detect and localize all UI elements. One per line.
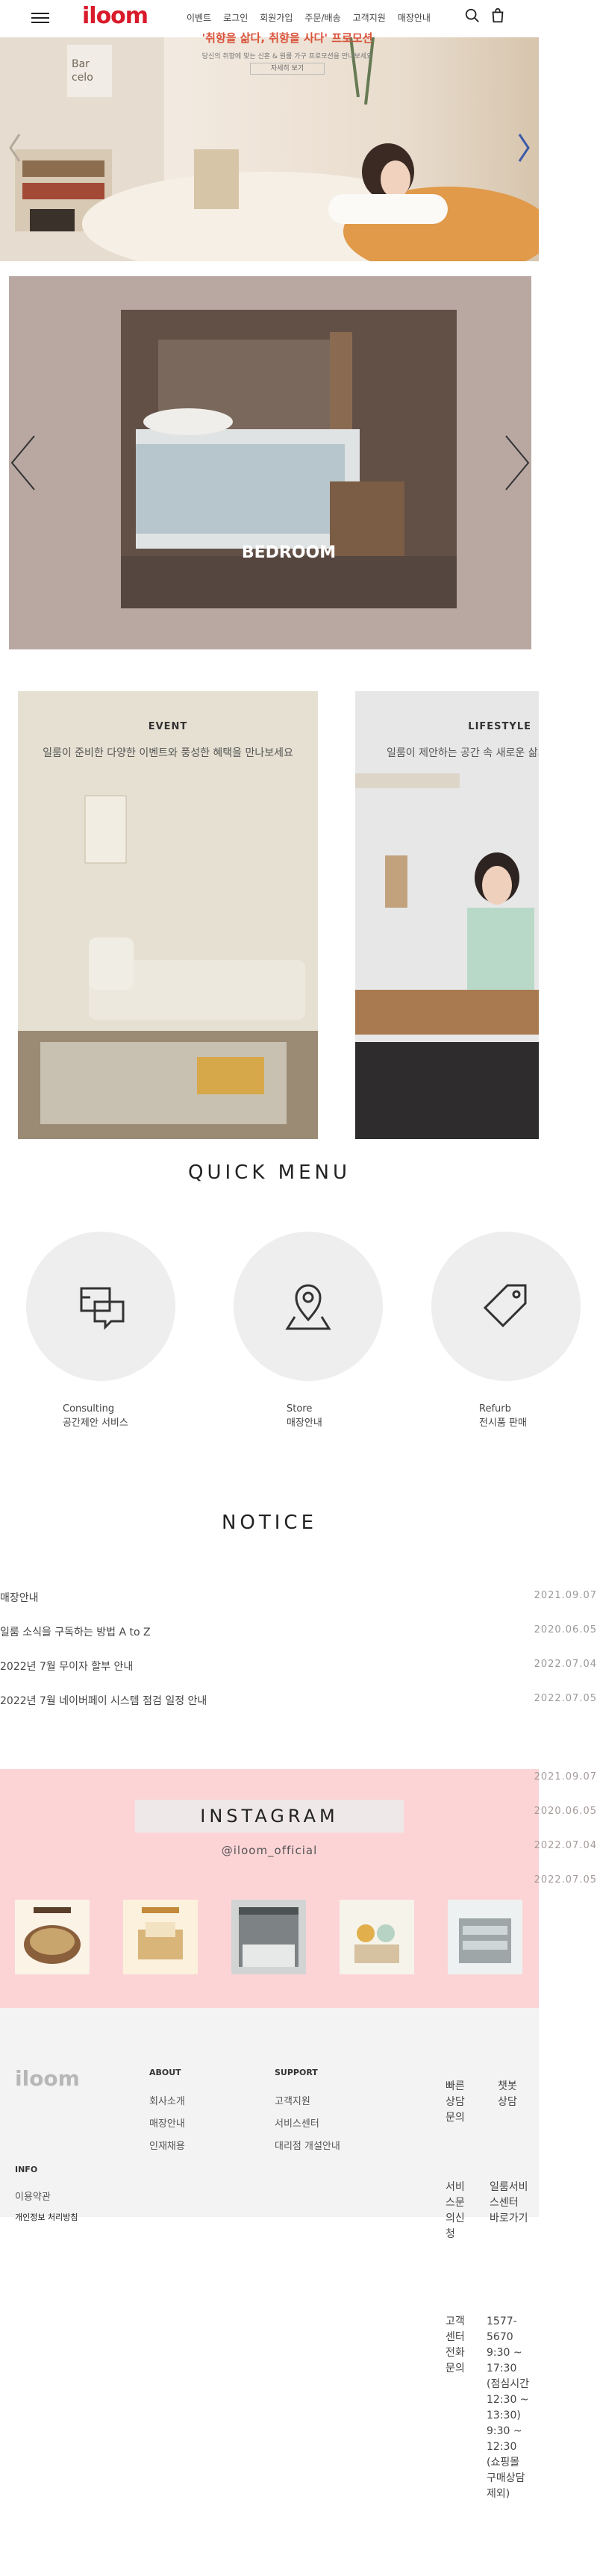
hero-promo-button[interactable]: 자세히 보기	[250, 63, 325, 75]
service-center-link[interactable]: 일룸서비스센터 바로가기	[490, 2180, 530, 2227]
notice-row[interactable]: 매장안내 2021.09.07	[0, 1590, 597, 1605]
chat-bubbles-icon	[80, 1287, 125, 1330]
notice-date: 2020.06.05	[534, 1624, 597, 1635]
footer-link-careers[interactable]: 인재채용	[149, 2138, 185, 2152]
menu-icon[interactable]	[31, 10, 49, 26]
hero-promo-title: '취향을 삶다, 취향을 사다' 프로모션	[201, 31, 373, 45]
nav-login[interactable]: 로그인	[223, 11, 248, 24]
notice-date: 2021.09.07	[534, 1590, 597, 1601]
nav-signup[interactable]: 회원가입	[260, 11, 293, 24]
call-center-phone: 1577-5670 9:30 ~ 17:30 (점심시간 12:30 ~ 13:…	[487, 2315, 529, 2500]
footer-link-service[interactable]: 서비스센터	[275, 2115, 319, 2130]
svg-text:Bar: Bar	[72, 58, 90, 70]
notice-text[interactable]: 2022년 7월 네이버페이 시스템 점검 일정 안내	[0, 1693, 207, 1708]
footer-support-title: SUPPORT	[275, 2068, 318, 2077]
footer-link-privacy[interactable]: 개인정보 처리방침	[15, 2211, 78, 2223]
store-button[interactable]	[234, 1232, 383, 1381]
service-request-link[interactable]: 서비스문의신청	[446, 2180, 469, 2242]
logo[interactable]: iloom	[82, 3, 149, 29]
footer-info-title: INFO	[15, 2165, 38, 2174]
top-nav: 이벤트 로그인 회원가입 주문/배송 고객지원 매장안내	[187, 11, 431, 24]
event-card-subtitle: 일룸이 준비한 다양한 이벤트와 풍성한 혜택을 만나보세요	[43, 747, 293, 759]
store-label[interactable]: Store 매장안내	[287, 1402, 322, 1430]
instagram-thumbnail[interactable]	[231, 1900, 306, 1974]
instagram-thumbnail[interactable]	[340, 1900, 414, 1974]
notice-date-overflow: 2021.09.07	[534, 1771, 597, 1783]
instagram-thumbnail[interactable]	[15, 1900, 90, 1974]
notice-date: 2022.07.04	[534, 1659, 597, 1670]
consulting-label-ko: 공간제안 서비스	[63, 1418, 128, 1429]
refurb-button[interactable]	[431, 1232, 581, 1381]
lifestyle-card-title: LIFESTYLE	[468, 721, 531, 732]
refurb-label-ko: 전시품 판매	[479, 1418, 527, 1429]
notice-text[interactable]: 일룸 소식을 구독하는 방법 A to Z	[0, 1624, 151, 1639]
notice-text[interactable]: 매장안내	[0, 1590, 39, 1605]
instagram-title: INSTAGRAM	[135, 1800, 404, 1833]
hero-promo-subtitle: 당신의 취향에 맞는 신혼 & 원룸 가구 프로모션을 만나보세요	[201, 53, 373, 60]
nav-support[interactable]: 고객지원	[353, 11, 386, 24]
quick-consult-link[interactable]: 빠른상담문의	[446, 2079, 469, 2126]
notice-date-overflow: 2020.06.05	[534, 1806, 597, 1817]
instagram-thumbnail[interactable]	[123, 1900, 198, 1974]
price-tag-icon	[483, 1284, 527, 1328]
refurb-label-en: Refurb	[479, 1403, 511, 1415]
map-pin-icon	[285, 1284, 331, 1330]
footer-about-title: ABOUT	[149, 2068, 181, 2077]
notice-row[interactable]: 2022년 7월 네이버페이 시스템 점검 일정 안내 2022.07.05	[0, 1693, 597, 1708]
footer-link-company[interactable]: 회사소개	[149, 2093, 185, 2107]
event-card[interactable]: EVENT 일룸이 준비한 다양한 이벤트와 풍성한 혜택을 만나보세요	[18, 691, 318, 1139]
bedroom-image[interactable]	[121, 310, 457, 608]
footer-link-store[interactable]: 매장안내	[149, 2115, 185, 2130]
footer-logo[interactable]: iloom	[15, 2066, 80, 2091]
cart-icon[interactable]	[490, 7, 506, 24]
event-card-title: EVENT	[148, 721, 188, 732]
consulting-label-en: Consulting	[63, 1403, 115, 1415]
nav-store[interactable]: 매장안내	[398, 11, 431, 24]
instagram-handle[interactable]: @iloom_official	[0, 1844, 539, 1857]
store-label-ko: 매장안내	[287, 1418, 322, 1429]
notice-row[interactable]: 2022년 7월 무이자 할부 안내 2022.07.04	[0, 1659, 597, 1674]
nav-event[interactable]: 이벤트	[187, 11, 211, 24]
footer-link-terms[interactable]: 이용약관	[15, 2189, 51, 2203]
notice-date-overflow: 2022.07.04	[534, 1840, 597, 1851]
svg-text:celo: celo	[72, 72, 93, 84]
hero-prev-arrow-icon[interactable]	[9, 133, 21, 163]
lifestyle-card[interactable]: LIFESTYLE 일룸이 제안하는 공간 속 새로운 삶의	[355, 691, 539, 1139]
carousel-title: BEDROOM	[241, 543, 337, 562]
notice-date-overflow: 2022.07.05	[534, 1874, 597, 1886]
instagram-thumbnail[interactable]	[448, 1900, 522, 1974]
footer-link-dealer[interactable]: 대리점 개설안내	[275, 2138, 340, 2152]
store-label-en: Store	[287, 1403, 313, 1415]
lifestyle-card-subtitle: 일룸이 제안하는 공간 속 새로운 삶의	[387, 747, 539, 759]
notice-title: NOTICE	[221, 1512, 318, 1534]
consulting-button[interactable]	[26, 1232, 175, 1381]
notice-date: 2022.07.05	[534, 1693, 597, 1704]
footer-link-support[interactable]: 고객지원	[275, 2093, 310, 2107]
call-center-label: 고객센터전화문의	[446, 2315, 465, 2374]
quick-menu-title: QUICK MENU	[188, 1161, 351, 1184]
carousel-prev-arrow-icon[interactable]	[9, 433, 36, 493]
hero-next-arrow-icon[interactable]	[518, 133, 530, 163]
consulting-label[interactable]: Consulting 공간제안 서비스	[63, 1402, 128, 1430]
search-icon[interactable]	[464, 7, 481, 24]
refurb-label[interactable]: Refurb 전시품 판매	[479, 1402, 527, 1430]
notice-row[interactable]: 일룸 소식을 구독하는 방법 A to Z 2020.06.05	[0, 1624, 597, 1639]
chatbot-link[interactable]: 챗봇상담	[498, 2079, 522, 2110]
nav-order[interactable]: 주문/배송	[304, 11, 340, 24]
notice-text[interactable]: 2022년 7월 무이자 할부 안내	[0, 1659, 133, 1674]
carousel-next-arrow-icon[interactable]	[504, 433, 531, 493]
